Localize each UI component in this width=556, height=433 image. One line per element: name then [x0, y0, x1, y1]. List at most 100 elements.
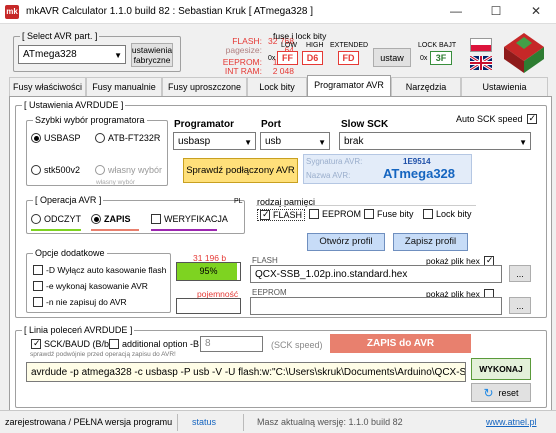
registration-status: zarejestrowana / PEŁNA wersja programu [5, 417, 173, 427]
auto-sck-box [526, 114, 537, 124]
tab-tools[interactable]: Narzędzia [391, 77, 461, 96]
eeprom-file-label: EEPROM [252, 288, 287, 297]
additional-options-label: Opcje dodatkowe [33, 248, 107, 258]
chevron-down-icon: ▼ [519, 138, 527, 147]
command-line-field[interactable]: avrdude -p atmega328 -c usbasp -P usb -V… [26, 362, 466, 382]
tab-settings[interactable]: Ustawienia [461, 77, 548, 96]
checkbox-flash[interactable]: FLASH [257, 209, 306, 221]
slow-sck-label: Slow SCK [341, 119, 389, 130]
port-value: usb [265, 136, 282, 147]
checkbox-disable-erase[interactable]: -D Wyłącz auto kasowanie flash [33, 265, 166, 275]
avr-select-label: [ Select AVR part. ] [20, 31, 100, 41]
save-profile-button[interactable]: Zapisz profil [393, 233, 468, 251]
auto-sck-checkbox[interactable]: Auto SCK speed [456, 114, 537, 124]
flash-usage-bar: 95% [176, 262, 241, 281]
window-title: mkAVR Calculator 1.1.0 build 82 : Sebast… [26, 6, 314, 17]
radio-atb-label: ATB-FT232R [108, 133, 161, 143]
port-select[interactable]: usb ▼ [260, 132, 330, 150]
polish-flag-icon[interactable] [470, 38, 492, 52]
read-underline [31, 229, 81, 231]
checkbox-fuse-bits[interactable]: Fuse bity [364, 209, 414, 219]
tab-lock-bits[interactable]: Lock bity [247, 77, 307, 96]
fuse-bits-label: Fuse bity [377, 209, 414, 219]
status-bar: zarejestrowana / PEŁNA wersja programu s… [0, 410, 556, 433]
lock-byte-field[interactable]: 3F [430, 51, 452, 65]
radio-read-label: ODCZYT [44, 214, 81, 224]
signature-value: 1E9514 [403, 157, 431, 166]
browse-eeprom-button[interactable]: ... [509, 297, 531, 314]
check-avr-button[interactable]: Sprawdź podłączony AVR [183, 158, 298, 183]
programmer-select[interactable]: usbasp ▼ [173, 132, 256, 150]
avr-select-dropdown[interactable]: ATmega328 ▼ [18, 45, 126, 64]
tab-programmer-avr[interactable]: Programator AVR [307, 75, 391, 97]
radio-atb-ft232r[interactable]: ATB-FT232R [95, 133, 160, 143]
slow-sck-select[interactable]: brak ▼ [339, 132, 531, 150]
programmer-label: Programator [174, 119, 235, 130]
fuse-extended-field[interactable]: FD [338, 51, 359, 65]
checkbox-verify[interactable]: WERYFIKACJA [151, 214, 228, 224]
atnel-logo [496, 27, 552, 75]
browse-flash-button[interactable]: ... [509, 265, 531, 282]
radio-write[interactable]: ZAPIS [91, 214, 131, 224]
sck-baud-checkbox[interactable]: SCK/BAUD (B/b) [31, 339, 112, 349]
open-profile-button[interactable]: Otwórz profil [307, 233, 385, 251]
tab-fuse-simple[interactable]: Fusy uproszczone [162, 77, 247, 96]
lock-bits-label: Lock bity [436, 209, 472, 219]
radio-write-dot [91, 214, 101, 224]
radio-own-label: własny wybór [108, 165, 163, 175]
disable-erase-box [33, 265, 43, 275]
radio-stk500v2[interactable]: stk500v2 [31, 165, 80, 175]
status-separator [243, 414, 244, 431]
sck-baud-box [31, 339, 41, 349]
factory-settings-button[interactable]: ustawienia fabryczne [131, 43, 173, 67]
checkbox-eeprom[interactable]: EEPROM [309, 209, 361, 219]
avrdude-settings-label: [ Ustawienia AVRDUDE ] [22, 100, 126, 110]
execute-button[interactable]: WYKONAJ [471, 358, 531, 380]
radio-read[interactable]: ODCZYT [31, 214, 81, 224]
write-avr-banner: ZAPIS do AVR [330, 334, 471, 353]
status-label: status [192, 417, 217, 427]
eeprom-file-field[interactable] [250, 297, 502, 315]
title-bar: mk mkAVR Calculator 1.1.0 build 82 : Seb… [0, 0, 556, 24]
radio-own-choice[interactable]: własny wybór [95, 165, 162, 175]
ram-value: 2 048 [272, 66, 294, 76]
checkbox-lock-bits[interactable]: Lock bity [423, 209, 472, 219]
tab-fuse-properties[interactable]: Fusy właściwości [9, 77, 86, 96]
checkbox-chip-erase[interactable]: -e wykonaj kasowanie AVR [33, 281, 148, 291]
eeprom-kind-label: EEPROM [322, 209, 362, 219]
fuse-bits-box [364, 209, 374, 219]
radio-write-label: ZAPIS [104, 214, 131, 224]
set-fuses-button[interactable]: ustaw [373, 48, 411, 67]
close-button[interactable]: ✕ [516, 0, 556, 24]
fuse-low-field[interactable]: FF [277, 51, 298, 65]
avrdude-command-label: [ Linia poleceń AVRDUDE ] [22, 325, 135, 335]
atnel-link[interactable]: www.atnel.pl [486, 417, 537, 427]
radio-usbasp[interactable]: USBASP [31, 133, 81, 143]
chevron-down-icon: ▼ [114, 51, 122, 60]
auto-sck-label: Auto SCK speed [456, 114, 523, 124]
refresh-icon: ↻ [483, 385, 494, 400]
reset-button[interactable]: ↻ reset [471, 383, 531, 402]
ram-label: INT RAM: [224, 66, 262, 76]
fuse-high-field[interactable]: D6 [302, 51, 323, 65]
avr-select-value: ATmega328 [23, 49, 77, 60]
maximize-button[interactable]: ☐ [476, 0, 516, 24]
lock-byte-label: LOCK BAJT [418, 42, 457, 49]
disable-erase-label: -D Wyłącz auto kasowanie flash [46, 265, 167, 275]
chevron-down-icon: ▼ [244, 138, 252, 147]
tab-fuse-manual[interactable]: Fusy manualnie [86, 77, 162, 96]
radio-stk-dot [31, 165, 41, 175]
quick-programmer-group: Szybki wybór programatora [26, 115, 168, 186]
sck-speed-field[interactable]: 8 [200, 336, 263, 352]
radio-usbasp-label: USBASP [44, 133, 81, 143]
hex-prefix-low: 0x [268, 55, 276, 62]
sck-speed-unit: (SCK speed) [271, 340, 323, 350]
minimize-button[interactable]: — [436, 0, 476, 24]
checkbox-no-write[interactable]: -n nie zapisuj do AVR [33, 297, 127, 307]
verify-underline [151, 229, 217, 231]
additional-option-checkbox[interactable]: additional option -B [109, 339, 199, 349]
no-write-label: -n nie zapisuj do AVR [46, 297, 127, 307]
flash-file-field[interactable]: QCX-SSB_1.02p.ino.standard.hex [250, 265, 502, 283]
write-underline [91, 229, 139, 231]
english-flag-icon[interactable] [469, 54, 493, 72]
